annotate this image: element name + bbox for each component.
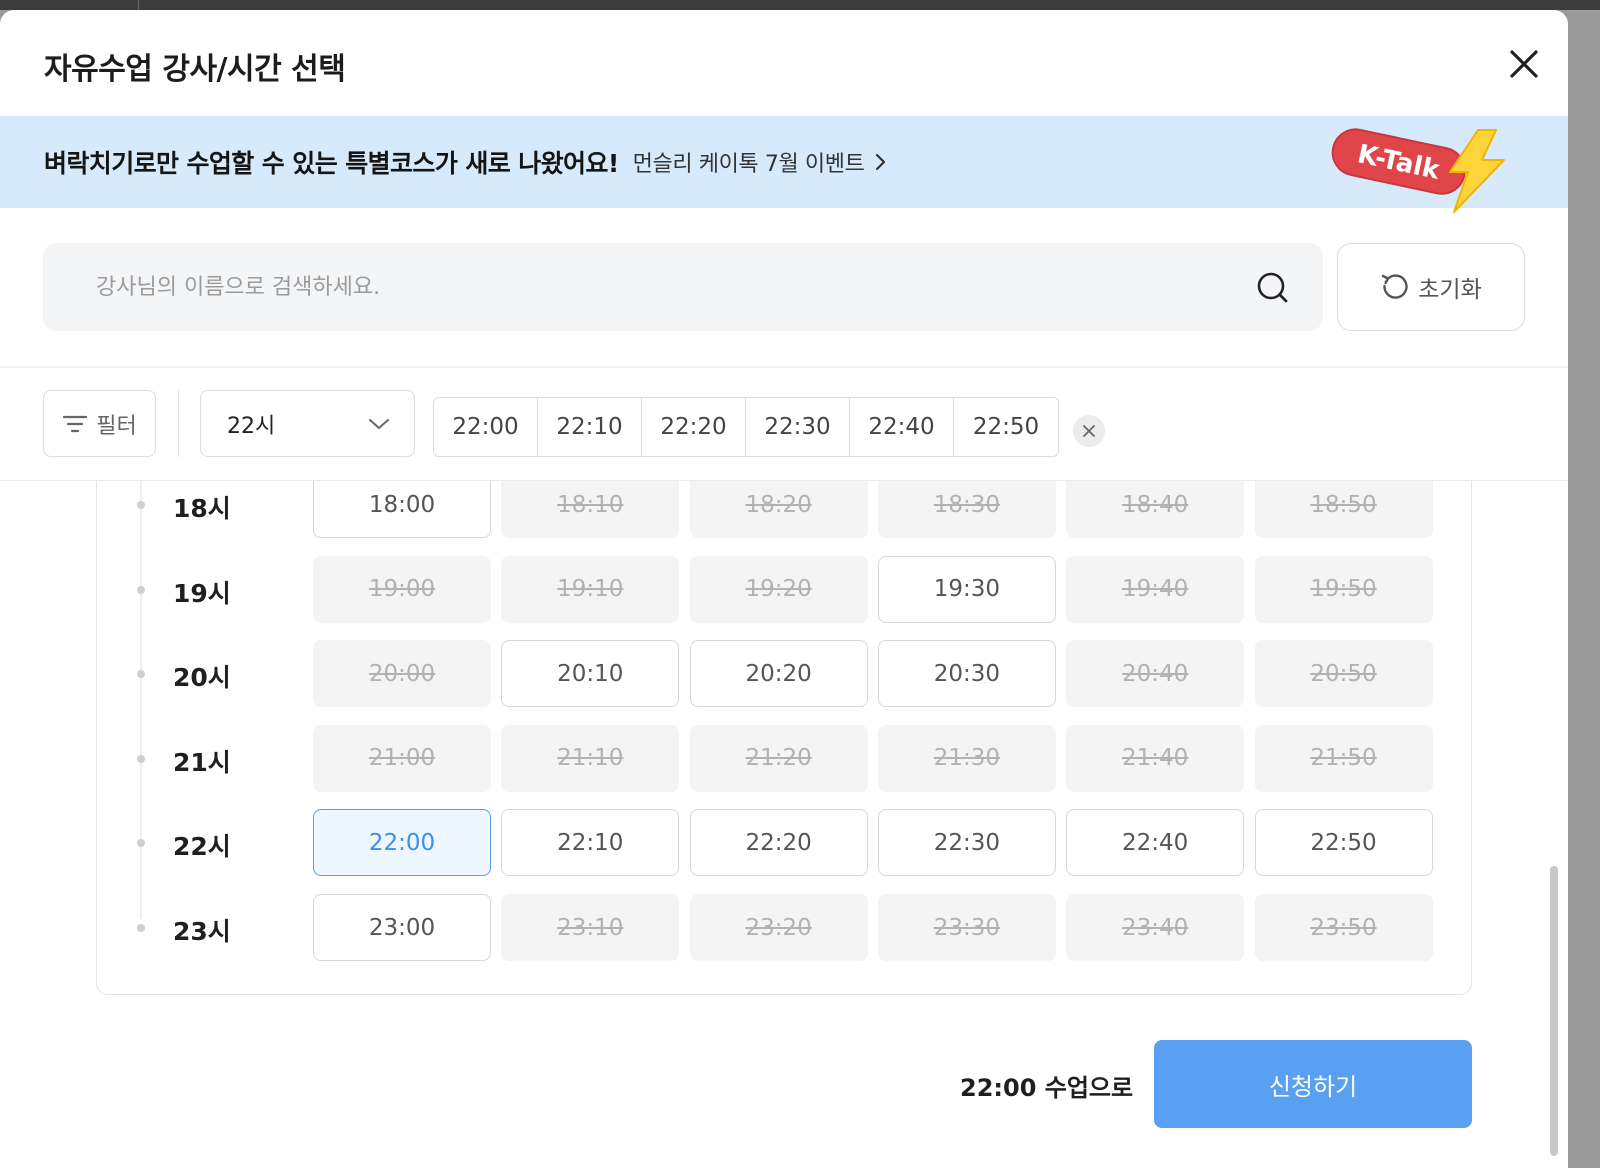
hour-row: 23시 23:00 23:10 23:20 23:30 23:40 23:50 [97,894,1471,962]
filter-bar-divider [0,480,1568,481]
hour-row: 22시 22:00 22:10 22:20 22:30 22:40 22:50 [97,809,1471,877]
background-strip [0,0,1600,10]
hour-select[interactable]: 22시 [200,390,415,457]
time-slot[interactable]: 23:00 [313,894,491,961]
time-slot[interactable]: 22:40 [1066,809,1245,877]
time-slot[interactable]: 20:30 [877,640,1056,708]
time-slot: 19:40 [1066,555,1245,623]
time-slot: 23:50 [1254,894,1433,961]
timeline-dot [137,585,145,594]
time-slot: 18:50 [1254,471,1433,538]
time-slot[interactable]: 22:20 [689,809,868,877]
minute-segment-control: 22:00 22:10 22:20 22:30 22:40 22:50 [433,397,1059,457]
selection-summary: 22:00 수업으로 [960,1074,1134,1102]
time-slot[interactable]: 18:00 [313,471,491,538]
time-slot: 21:20 [689,724,868,792]
filter-icon [63,415,88,432]
time-schedule: 18시 18:00 18:10 18:20 18:30 18:40 18:50 19시 19:0… [96,430,1472,995]
hour-label: 21시 [173,747,231,777]
search-icon[interactable] [1255,267,1291,307]
hour-label: 19시 [173,578,231,608]
modal-footer: 22:00 수업으로 신청하기 [0,1020,1568,1130]
event-banner[interactable]: 벼락치기로만 수업할 수 있는 특별코스가 새로 나왔어요! 먼슬리 케이톡 7… [0,116,1568,213]
time-slot: 21:00 [313,724,491,792]
time-slot: 21:10 [501,724,680,792]
time-slot: 18:40 [1066,471,1245,538]
time-slot: 19:10 [501,555,680,623]
clear-minute-button[interactable] [1073,415,1105,447]
refresh-icon [1382,274,1408,299]
hour-row: 21시 21:00 21:10 21:20 21:30 21:40 21:50 [97,724,1471,793]
search-section: 초기화 [0,208,1568,368]
time-slot: 20:00 [313,640,491,708]
modal-title: 자유수업 강사/시간 선택 [44,52,346,87]
time-slot: 21:50 [1254,724,1433,792]
time-slot: 19:50 [1254,555,1433,623]
search-box [43,243,1323,331]
hour-label: 18시 [173,494,231,523]
timeline-dot [137,924,145,932]
time-slot: 19:20 [689,555,868,623]
timeline-dot [137,501,145,509]
chevron-right-icon [876,153,886,171]
reset-label: 초기화 [1418,277,1482,303]
reset-button[interactable]: 초기화 [1337,243,1525,331]
hour-row: 19시 19:00 19:10 19:20 19:30 19:40 19:50 [97,555,1471,624]
minute-option[interactable]: 22:10 [538,398,642,456]
time-slot: 18:10 [501,471,680,538]
time-slot[interactable]: 22:10 [501,809,680,877]
time-slot: 21:40 [1066,724,1245,792]
filter-label: 필터 [96,413,137,439]
banner-main-text: 벼락치기로만 수업할 수 있는 특별코스가 새로 나왔어요! [44,149,619,178]
modal-header: 자유수업 강사/시간 선택 [0,10,1568,116]
timeline-dot [137,839,145,848]
time-slot: 23:10 [501,894,680,961]
hour-label: 23시 [173,917,231,946]
time-slot-selected[interactable]: 22:00 [313,809,491,877]
filter-divider [178,390,179,457]
hour-row: 18시 18:00 18:10 18:20 18:30 18:40 18:50 [97,471,1471,539]
timeline-dot [137,670,145,679]
time-slot[interactable]: 20:20 [689,640,868,708]
chevron-down-icon [369,419,389,429]
time-slot[interactable]: 19:30 [877,555,1056,623]
time-slot: 23:20 [689,894,868,961]
close-icon [1510,50,1538,78]
time-slot: 23:30 [877,894,1056,961]
hour-row: 20시 20:00 20:10 20:20 20:30 20:40 20:50 [97,640,1471,708]
filter-button[interactable]: 필터 [43,390,156,457]
minute-option[interactable]: 22:30 [746,398,850,456]
hour-label: 20시 [173,663,231,693]
hour-select-value: 22시 [227,413,276,439]
hour-label: 22시 [173,832,231,862]
time-slot: 21:30 [877,724,1056,792]
time-slot: 20:40 [1066,640,1245,708]
time-slot[interactable]: 22:30 [877,809,1056,877]
minute-option[interactable]: 22:40 [850,398,954,456]
close-button[interactable] [1500,40,1548,88]
time-slot[interactable]: 20:10 [501,640,680,708]
time-slot: 18:30 [877,471,1056,538]
minute-option[interactable]: 22:20 [642,398,746,456]
time-slot: 18:20 [689,471,868,538]
lightning-icon [1449,129,1505,213]
time-slot[interactable]: 22:50 [1254,809,1433,877]
banner-link-text: 먼슬리 케이톡 7월 이벤트 [632,152,865,177]
minute-option[interactable]: 22:00 [434,398,538,456]
time-slot: 19:00 [313,555,491,623]
filter-bar: 필터 22시 22:00 22:10 22:20 22:30 22:40 22:… [0,368,1568,481]
timeline-dot [137,754,145,763]
clear-icon [1083,425,1095,437]
minute-option[interactable]: 22:50 [954,398,1058,456]
time-slot: 23:40 [1066,894,1245,961]
instructor-time-modal: 자유수업 강사/시간 선택 벼락치기로만 수업할 수 있는 특별코스가 새로 나… [0,10,1568,1168]
ktalk-badge: K-Talk [1326,122,1516,214]
time-slot: 20:50 [1254,640,1433,708]
instructor-search-input[interactable] [43,243,1323,331]
scrollbar[interactable] [1550,866,1558,1156]
apply-button[interactable]: 신청하기 [1154,1040,1472,1128]
